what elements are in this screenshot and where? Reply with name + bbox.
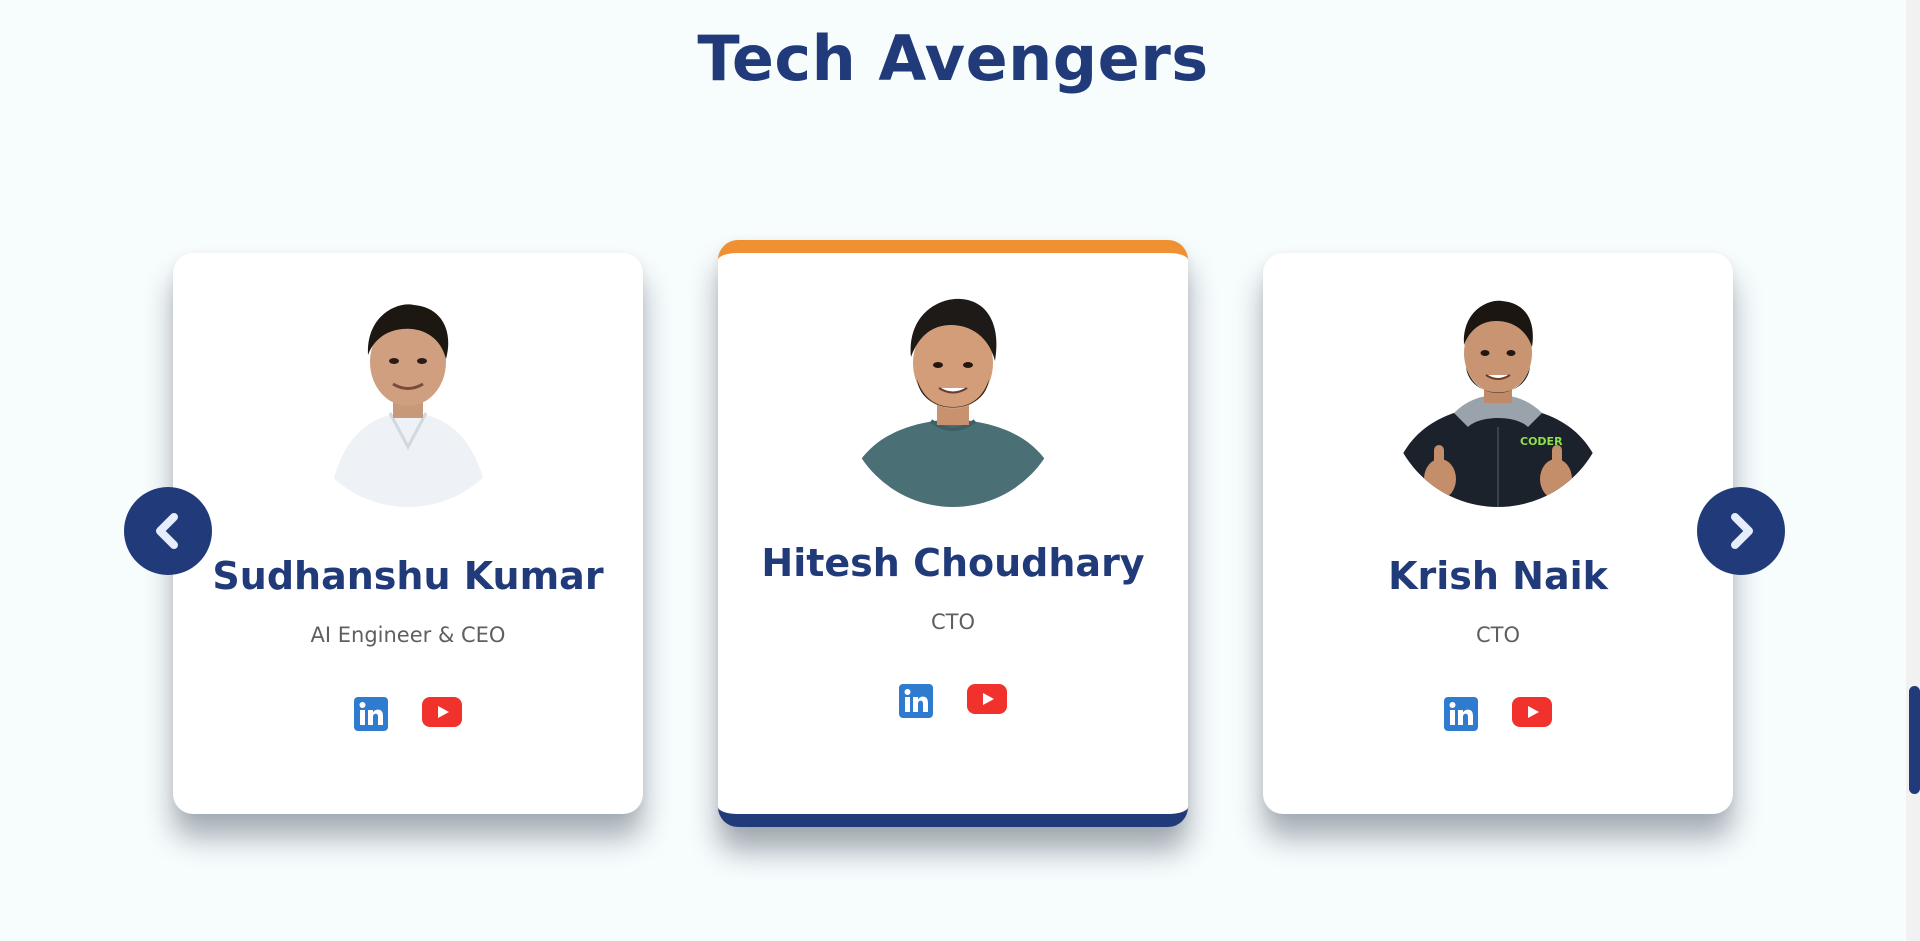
team-card-sudhanshu: Sudhanshu Kumar AI Engineer & CEO (173, 253, 643, 814)
team-card-krish: CODER Krish Naik CTO (1263, 253, 1733, 814)
carousel-prev-button[interactable] (124, 487, 212, 575)
member-role: CTO (930, 610, 976, 634)
social-links (1263, 697, 1733, 735)
team-card-hitesh: Hitesh Choudhary CTO (718, 240, 1188, 827)
team-section: Tech Avengers Sudhanshu Kumar AI Enginee… (0, 0, 1920, 941)
social-links (173, 697, 643, 735)
section-title: Tech Avengers (697, 22, 1209, 95)
linkedin-icon[interactable] (354, 697, 388, 735)
avatar (843, 287, 1063, 507)
avatar (298, 287, 518, 507)
avatar: CODER (1388, 287, 1608, 507)
scrollbar-thumb[interactable] (1909, 686, 1920, 794)
youtube-icon[interactable] (1512, 697, 1552, 735)
member-role: CTO (1475, 623, 1521, 647)
youtube-icon[interactable] (422, 697, 462, 735)
member-name: Sudhanshu Kumar (212, 554, 604, 598)
scrollbar-track[interactable] (1906, 0, 1920, 941)
carousel-next-button[interactable] (1697, 487, 1785, 575)
youtube-icon[interactable] (967, 684, 1007, 722)
member-name: Krish Naik (1388, 554, 1608, 598)
chevron-right-icon (1731, 513, 1753, 549)
social-links (718, 684, 1188, 722)
member-name: Hitesh Choudhary (761, 541, 1145, 585)
linkedin-icon[interactable] (1444, 697, 1478, 735)
chevron-left-icon (156, 513, 178, 549)
linkedin-icon[interactable] (899, 684, 933, 722)
member-role: AI Engineer & CEO (310, 623, 506, 647)
